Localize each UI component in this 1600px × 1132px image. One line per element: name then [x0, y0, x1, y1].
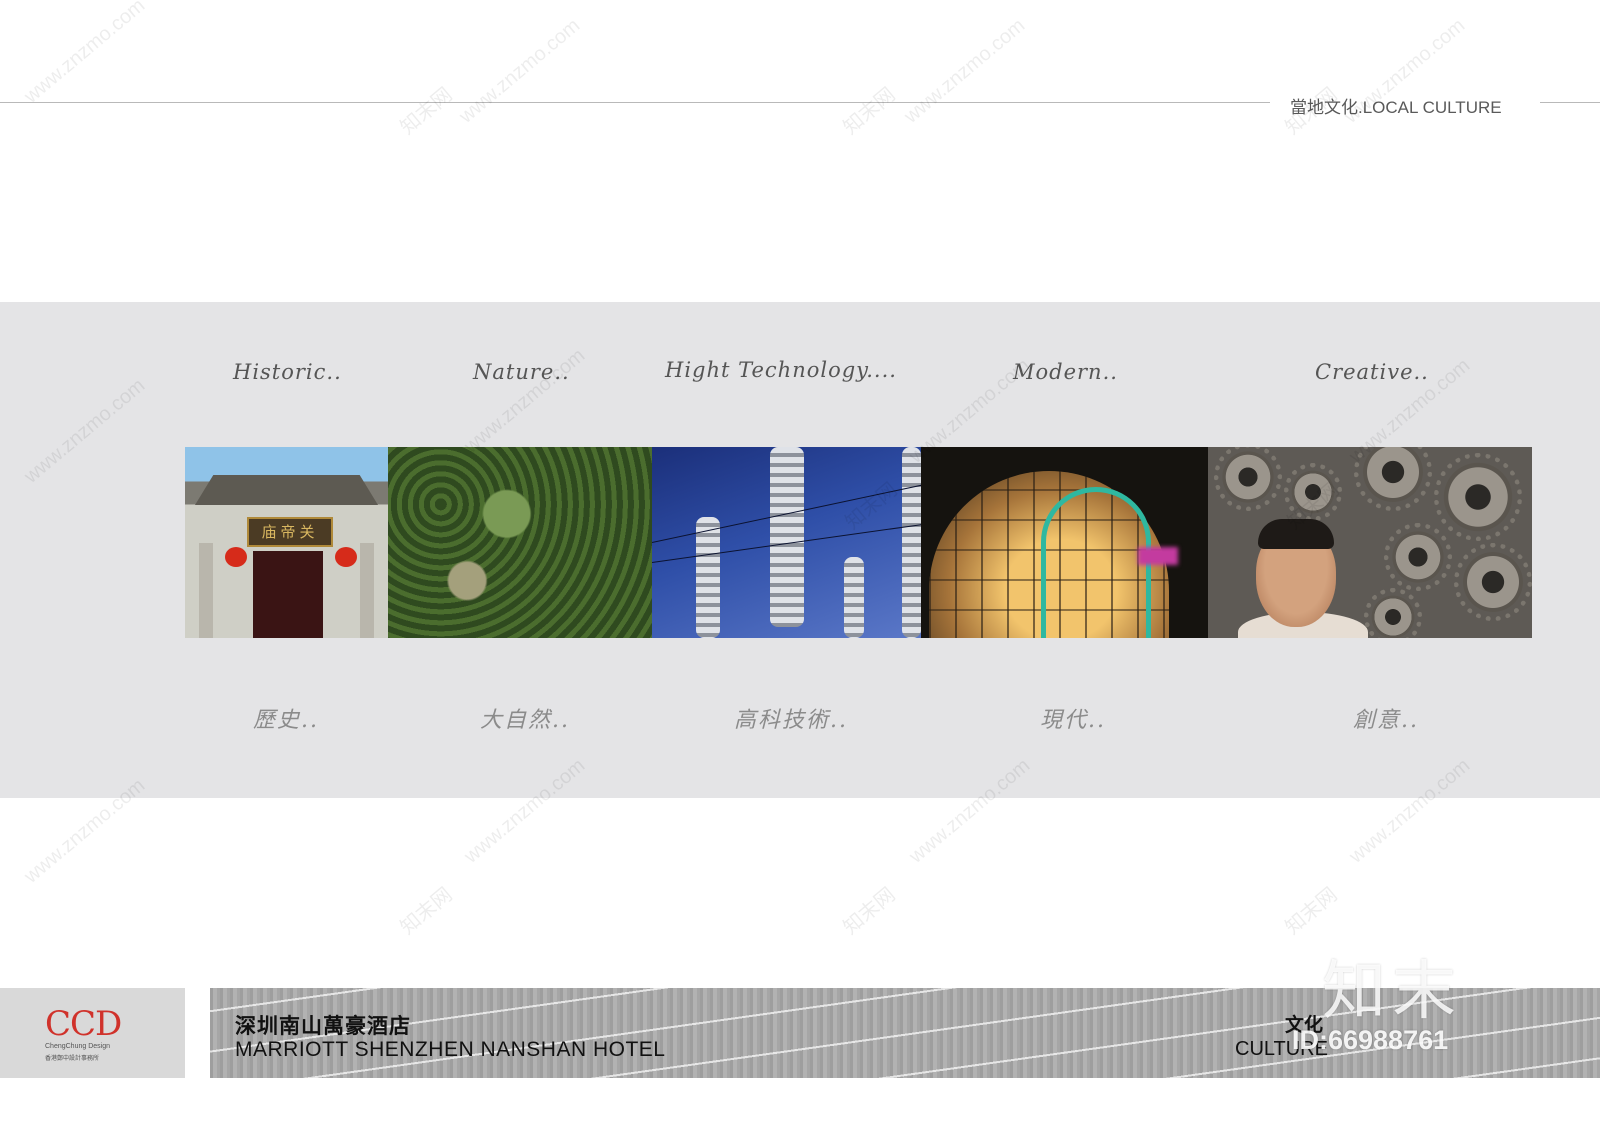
watermark-brand: 知末网 — [839, 883, 900, 940]
gear — [1214, 447, 1282, 511]
gear — [1364, 588, 1422, 638]
watermark-brand: 知末网 — [1281, 883, 1342, 940]
header-rule-right — [1540, 102, 1600, 103]
gear — [1454, 543, 1532, 621]
watermark-brand: 知末网 — [396, 83, 457, 140]
label-modern: Modern.. — [1013, 360, 1118, 384]
temple-plaque: 庙帝关 — [247, 517, 333, 547]
zh-label-nature: 大自然.. — [480, 708, 570, 733]
logo-subtitle-zh: 香港鄭中設計事務所 — [45, 1056, 100, 1062]
temple-roof — [195, 475, 378, 505]
gear — [1434, 453, 1522, 541]
watermark-text: www.znzmo.com — [900, 14, 1030, 128]
watermark-brand: 知末网 — [396, 883, 457, 940]
label-creative: Creative.. — [1315, 360, 1429, 384]
gear — [1384, 523, 1452, 591]
glass-building-photo — [921, 447, 1208, 638]
zh-label-technology: 高科技術.. — [734, 708, 848, 733]
pink-light — [1138, 547, 1178, 565]
zh-label-creative: 創意.. — [1353, 708, 1419, 733]
insulator — [844, 557, 864, 638]
zh-label-modern: 現代.. — [1040, 708, 1106, 733]
watermark-text: www.znzmo.com — [455, 14, 585, 128]
logo-subtitle: ChengChung Design — [45, 1043, 110, 1050]
gear — [1284, 463, 1342, 521]
header-rule-left — [0, 102, 1270, 103]
page-title: 當地文化.LOCAL CULTURE — [1282, 93, 1510, 118]
green-arch — [1041, 487, 1151, 638]
insulator — [696, 517, 720, 638]
label-historic: Historic.. — [233, 360, 342, 384]
temple-pillar — [360, 543, 374, 638]
red-lantern — [225, 547, 247, 567]
insulator — [902, 447, 921, 638]
hotel-name-en: MARRIOTT SHENZHEN NANSHAN HOTEL — [235, 1038, 666, 1061]
insulator — [770, 447, 804, 627]
watermark-text: www.znzmo.com — [20, 0, 150, 108]
insulators-photo — [652, 447, 921, 638]
label-nature: Nature.. — [473, 360, 570, 384]
temple-pillar — [199, 543, 213, 638]
watermark-brand: 知末网 — [839, 83, 900, 140]
gears-portrait-photo — [1208, 447, 1532, 638]
zh-label-historic: 歷史.. — [253, 708, 319, 733]
ccd-logo: CCD — [45, 1004, 122, 1044]
person-hair — [1258, 519, 1334, 549]
red-lantern — [335, 547, 357, 567]
watermark-logo: 知末 — [1322, 955, 1462, 1029]
watermark-id: ID:66988761 — [1292, 1025, 1449, 1055]
temple-gate-photo: 庙帝关 — [185, 447, 388, 638]
label-technology: Hight Technology.... — [665, 358, 897, 382]
hotel-name-zh: 深圳南山萬豪酒店 — [235, 1014, 411, 1038]
gear — [1354, 447, 1432, 511]
temple-door — [253, 551, 323, 638]
forest-photo — [388, 447, 652, 638]
